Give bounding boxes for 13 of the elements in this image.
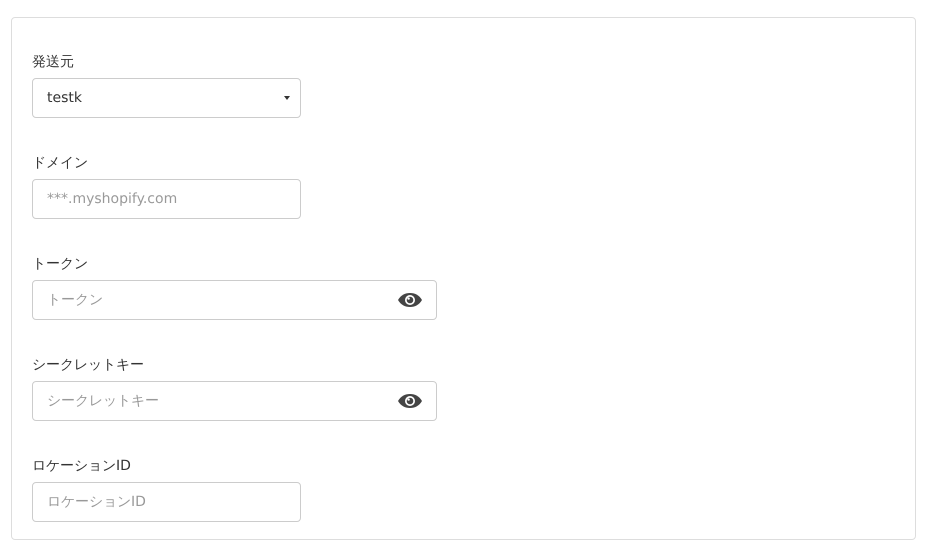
input-field[interactable]: ***.myshopify.com bbox=[32, 179, 301, 219]
field-label: ロケーションID bbox=[32, 457, 131, 476]
input-field[interactable]: ロケーションID bbox=[32, 482, 301, 522]
field-label: トークン bbox=[32, 255, 88, 274]
password-field[interactable]: シークレットキー bbox=[32, 381, 437, 421]
field-label: 発送元 bbox=[32, 53, 74, 72]
password-field[interactable]: トークン bbox=[32, 280, 437, 320]
caret-icon bbox=[284, 96, 290, 100]
eye-icon[interactable] bbox=[398, 394, 422, 408]
dropdown[interactable]: testk bbox=[32, 78, 301, 118]
field-label: シークレットキー bbox=[32, 356, 144, 375]
field-label: ドメイン bbox=[32, 154, 88, 173]
eye-icon[interactable] bbox=[398, 293, 422, 307]
